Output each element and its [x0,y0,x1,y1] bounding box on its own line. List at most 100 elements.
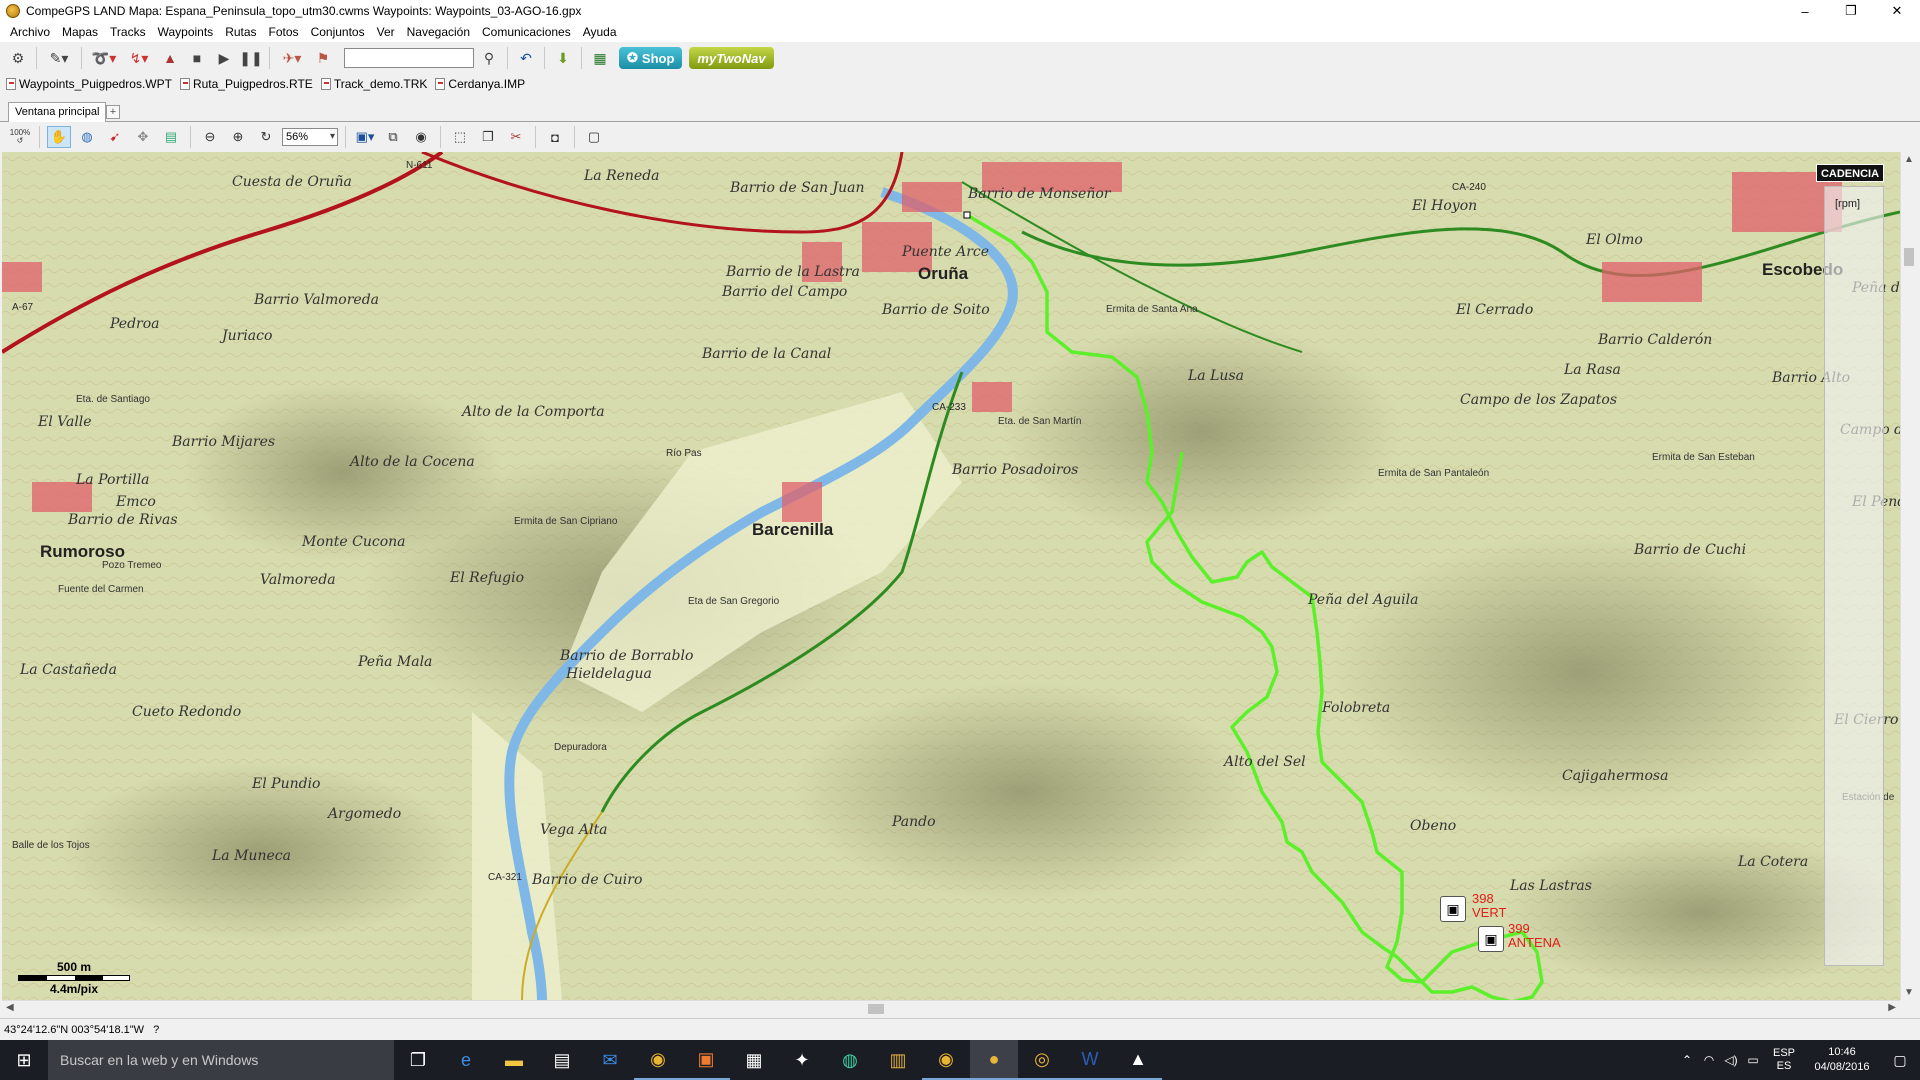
globe-icon[interactable]: ◍ [75,126,99,148]
zoom-in-icon[interactable]: ⊕ [226,126,250,148]
wifi-icon[interactable]: ◠ [1698,1053,1720,1067]
map-view-icon[interactable]: ▤ [159,126,183,148]
minimize-button[interactable]: – [1782,0,1828,22]
map-view[interactable]: Cuesta de Oruña La Reneda Barrio de San Ju… [2,152,1900,1000]
language-indicator[interactable]: ESP ES [1764,1047,1804,1073]
vertical-scrollbar[interactable]: ▲ ▼ [1900,152,1916,1000]
chrome-icon[interactable]: ◉ [634,1040,682,1080]
task-view-icon[interactable]: ❐ [394,1040,442,1080]
restore-button[interactable]: ❐ [1828,0,1874,22]
menu-conjuntos[interactable]: Conjuntos [305,22,371,42]
file-item[interactable]: Cerdanya.IMP [435,77,525,91]
windows-start-icon[interactable]: ⊞ [0,1040,48,1080]
shop-button[interactable]: ✪ Shop [619,47,683,69]
map-layers-icon[interactable]: ▦ [588,46,612,70]
taskbar-search-input[interactable]: Buscar en la web y en Windows [48,1040,394,1080]
menu-archivo[interactable]: Archivo [4,22,56,42]
measure-icon[interactable]: ✂ [504,126,528,148]
file-explorer-icon[interactable]: ▬ [490,1040,538,1080]
menu-mapas[interactable]: Mapas [56,22,104,42]
search-input[interactable] [344,48,474,68]
menu-rutas[interactable]: Rutas [219,22,262,42]
file-item[interactable]: Ruta_Puigpedros.RTE [179,77,313,91]
compass-app-icon[interactable]: ◎ [1018,1040,1066,1080]
search-icon[interactable]: ⚲ [477,46,501,70]
archive-icon[interactable]: ▥ [874,1040,922,1080]
place-label: Oruña [918,264,969,283]
chrome-second-icon[interactable]: ◉ [922,1040,970,1080]
compegps-taskbar-icon[interactable]: ● [970,1040,1018,1080]
fullscreen-icon[interactable]: ▢ [582,126,606,148]
app-orange-icon[interactable]: ▣ [682,1040,730,1080]
word-icon[interactable]: W [1066,1040,1114,1080]
menu-tracks[interactable]: Tracks [104,22,152,42]
zoom-out-icon[interactable]: ⊖ [198,126,222,148]
copy-icon[interactable]: ❐ [476,126,500,148]
gps-tool-icon[interactable]: ✈▾ [276,46,308,70]
close-button[interactable]: ✕ [1874,0,1920,22]
pan-hand-icon[interactable]: ✋ [47,126,71,148]
zoom-100-button[interactable]: 100% ↺ [8,126,32,148]
menu-ayuda[interactable]: Ayuda [577,22,623,42]
menu-ver[interactable]: Ver [371,22,401,42]
add-tab-button[interactable]: + [106,105,120,119]
menu-comunicaciones[interactable]: Comunicaciones [476,22,577,42]
horizontal-scrollbar[interactable]: ◀ ▶ [2,1000,1900,1016]
waypoint-399-label[interactable]: 399 ANTENA [1508,922,1561,950]
horizontal-scroll-thumb[interactable] [868,1004,884,1014]
pause-icon[interactable]: ❚❚ [239,46,263,70]
network-tool-icon[interactable]: ✦ [778,1040,826,1080]
calculator-icon[interactable]: ▦ [730,1040,778,1080]
compass-icon[interactable]: ◉ [409,126,433,148]
window-icon[interactable]: ⧉ [381,126,405,148]
file-item[interactable]: Track_demo.TRK [320,77,427,91]
waypoint-tool-icon[interactable]: ✎▾ [43,46,75,70]
mail-icon[interactable]: ✉ [586,1040,634,1080]
pointer-icon[interactable]: ➹ [103,126,127,148]
waypoint-398-label[interactable]: 398 VERT [1472,892,1506,920]
move-icon[interactable]: ✥ [131,126,155,148]
place-label: La Lusa [1188,368,1244,384]
photos-icon[interactable]: ▲ [1114,1040,1162,1080]
scroll-right-icon[interactable]: ▶ [1888,1002,1896,1013]
tab-ventana-principal[interactable]: Ventana principal [8,102,107,122]
route-tool-icon[interactable]: ↯▾ [123,46,155,70]
vertical-scroll-thumb[interactable] [1904,248,1914,266]
globe-app-icon[interactable]: ◍ [826,1040,874,1080]
clock[interactable]: 10:46 04/08/2016 [1804,1045,1880,1075]
properties-icon[interactable]: ⚙ [6,46,30,70]
place-label: Monte Cucona [302,534,406,550]
menu-waypoints[interactable]: Waypoints [152,22,220,42]
store-icon[interactable]: ▤ [538,1040,586,1080]
rotate-icon[interactable]: ↻ [254,126,278,148]
waypoint-398-photo-icon[interactable]: ▣ [1440,896,1466,922]
track-tool-icon[interactable]: ➰▾ [88,46,120,70]
notifications-icon[interactable]: ▢ [1880,1052,1920,1069]
place-label: Vega Alta [540,822,608,838]
edge-browser-icon[interactable]: e [442,1040,490,1080]
mytwonav-button[interactable]: myTwoNav [689,47,774,69]
scroll-up-icon[interactable]: ▲ [1904,154,1914,165]
waypoint-399-photo-icon[interactable]: ▣ [1478,926,1504,952]
scroll-left-icon[interactable]: ◀ [6,1002,14,1013]
play-icon[interactable]: ▶ [212,46,236,70]
monitor-icon[interactable]: ▣▾ [353,126,377,148]
profile-icon[interactable]: ▲ [158,46,182,70]
undo-icon[interactable]: ↶ [514,46,538,70]
place-label: Obeno [1410,818,1457,834]
zoom-select[interactable]: 56% [282,128,338,146]
routing-icon[interactable]: ⚑ [311,46,335,70]
scroll-down-icon[interactable]: ▼ [1904,987,1914,998]
file-item[interactable]: Waypoints_Puigpedros.WPT [6,77,172,91]
volume-icon[interactable]: ◁) [1720,1053,1742,1067]
select-icon[interactable]: ⬚ [448,126,472,148]
menu-fotos[interactable]: Fotos [263,22,305,42]
message-icon[interactable]: ▭ [1742,1053,1764,1067]
status-bar: 43°24'12.6"N 003°54'18.1"W ? [0,1018,1920,1040]
track-start-marker[interactable] [963,211,971,219]
menu-navegacion[interactable]: Navegación [401,22,476,42]
camera-icon[interactable]: ◘ [543,126,567,148]
stop-icon[interactable]: ■ [185,46,209,70]
tray-up-chevron-icon[interactable]: ⌃ [1676,1053,1698,1067]
download-icon[interactable]: ⬇ [551,46,575,70]
